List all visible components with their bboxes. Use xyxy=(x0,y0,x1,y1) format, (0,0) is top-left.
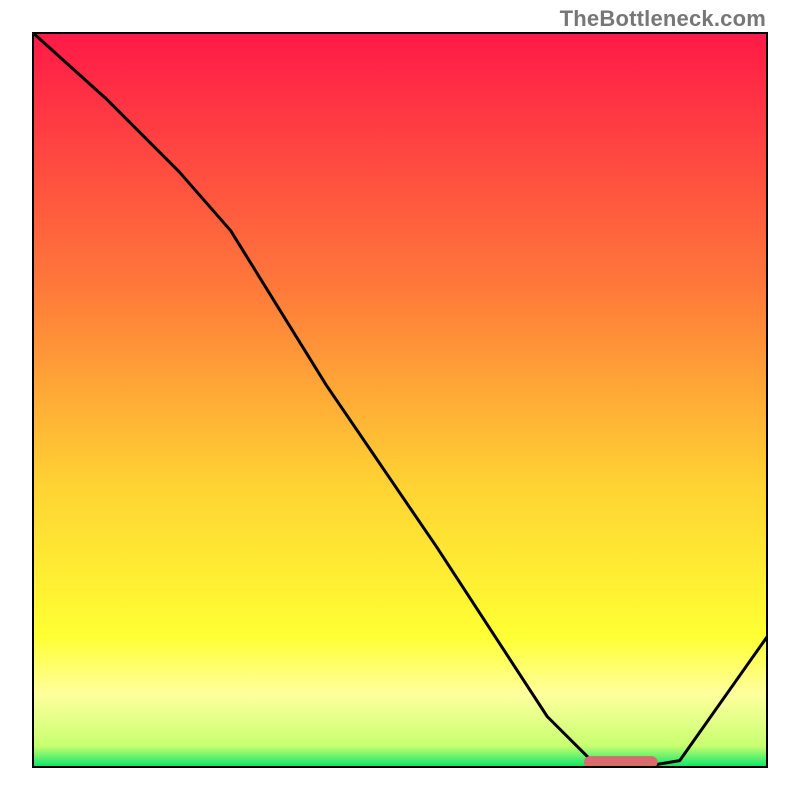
plot-area xyxy=(32,32,768,768)
watermark-label: TheBottleneck.com xyxy=(560,6,766,32)
plot-svg xyxy=(32,32,768,768)
chart-frame: { "watermark": "TheBottleneck.com", "col… xyxy=(0,0,800,800)
gradient-field xyxy=(32,32,768,768)
